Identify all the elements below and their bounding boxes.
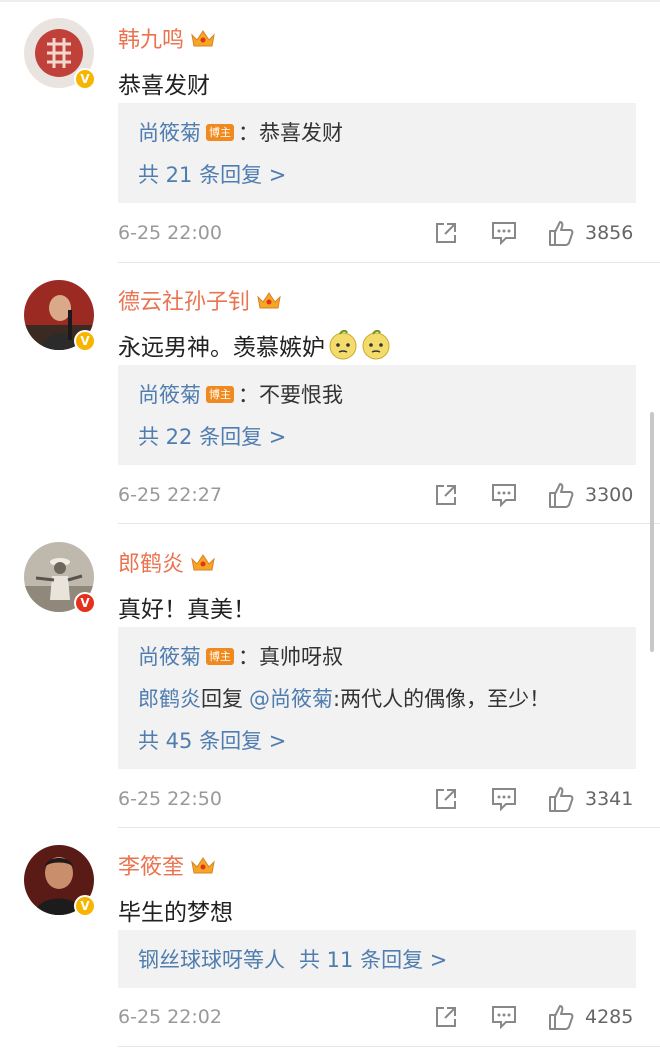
envy-emoji-icon [329, 330, 357, 360]
username[interactable]: 郎鹤炎 [118, 546, 184, 578]
top-divider [0, 0, 660, 2]
crown-icon [191, 30, 215, 47]
reply-box[interactable]: 尚筱菊 博主 ：恭喜发财 共 21 条回复 > [118, 103, 636, 203]
share-icon[interactable] [434, 221, 458, 245]
reply-text: ：不要恨我 [238, 383, 343, 407]
username[interactable]: 李筱奎 [118, 849, 184, 881]
comment-divider [118, 262, 660, 263]
more-replies-link[interactable]: 共 21 条回复 > [138, 159, 286, 189]
scrollbar[interactable] [650, 412, 654, 652]
like-icon[interactable] [547, 785, 575, 813]
timestamp: 6-25 22:02 [118, 1006, 222, 1028]
crown-icon [191, 857, 215, 874]
mention-link[interactable]: @尚筱菊 [249, 683, 333, 713]
host-badge: 博主 [206, 385, 234, 403]
verified-badge-icon: V [74, 68, 96, 90]
reply-text: ：真帅呀叔 [238, 645, 343, 669]
reply-author[interactable]: 尚筱菊 [138, 117, 201, 147]
reply-action: 回复 [201, 687, 243, 711]
share-icon[interactable] [434, 483, 458, 507]
like-count: 4285 [585, 1006, 634, 1028]
comment-text: 毕生的梦想 [118, 900, 233, 926]
comment-divider [118, 1046, 660, 1047]
comment-text: 真好！真美！ [118, 597, 256, 623]
reply-author[interactable]: 郎鹤炎 [138, 683, 201, 713]
comment-footer: 6-25 22:00 3856 [118, 218, 636, 248]
reply-author[interactable]: 尚筱菊 [138, 379, 201, 409]
comment-icon[interactable] [491, 787, 517, 811]
reply-names[interactable]: 钢丝球球呀等人 [138, 944, 285, 974]
reply-author[interactable]: 尚筱菊 [138, 641, 201, 671]
crown-icon [191, 554, 215, 571]
verified-badge-icon: V [74, 592, 96, 614]
sub-reply: 郎鹤炎 回复 @尚筱菊 :两代人的偶像，至少！ [138, 683, 550, 713]
more-replies-link[interactable]: 共 22 条回复 > [138, 421, 286, 451]
more-replies-link[interactable]: 共 45 条回复 > [138, 725, 286, 755]
reply-text: :两代人的偶像，至少！ [333, 687, 551, 711]
like-count: 3341 [585, 788, 634, 810]
verified-badge-icon: V [74, 330, 96, 352]
host-reply: 尚筱菊 博主 ：不要恨我 [138, 379, 343, 409]
share-icon[interactable] [434, 1005, 458, 1029]
timestamp: 6-25 22:00 [118, 222, 222, 244]
more-replies-link[interactable]: 共 11 条回复 > [299, 944, 447, 974]
reply-box[interactable]: 尚筱菊 博主 ：真帅呀叔 郎鹤炎 回复 @尚筱菊 :两代人的偶像，至少！ 共 4… [118, 627, 636, 769]
host-badge: 博主 [206, 647, 234, 665]
username[interactable]: 德云社孙子钊 [118, 284, 250, 316]
comment-text: 永远男神。羡慕嫉妒 [118, 335, 325, 361]
timestamp: 6-25 22:50 [118, 788, 222, 810]
host-reply: 尚筱菊 博主 ：恭喜发财 [138, 117, 343, 147]
comment-footer: 6-25 22:50 3341 [118, 784, 636, 814]
like-icon[interactable] [547, 481, 575, 509]
comment-divider [118, 523, 660, 524]
reply-summary: 钢丝球球呀等人 共 11 条回复 > [138, 944, 447, 974]
like-icon[interactable] [547, 1003, 575, 1031]
verified-badge-icon: V [74, 895, 96, 917]
comment-divider [118, 827, 660, 828]
reply-box[interactable]: 钢丝球球呀等人 共 11 条回复 > [118, 930, 636, 988]
username[interactable]: 韩九鸣 [118, 22, 184, 54]
like-count: 3856 [585, 222, 634, 244]
like-count: 3300 [585, 484, 634, 506]
comment-icon[interactable] [491, 221, 517, 245]
envy-emoji-icon [362, 330, 390, 360]
host-reply: 尚筱菊 博主 ：真帅呀叔 [138, 641, 343, 671]
comment-icon[interactable] [491, 483, 517, 507]
reply-box[interactable]: 尚筱菊 博主 ：不要恨我 共 22 条回复 > [118, 365, 636, 465]
share-icon[interactable] [434, 787, 458, 811]
host-badge: 博主 [206, 123, 234, 141]
timestamp: 6-25 22:27 [118, 484, 222, 506]
crown-icon [257, 292, 281, 309]
comment-footer: 6-25 22:27 3300 [118, 480, 636, 510]
comment-text: 恭喜发财 [118, 73, 210, 99]
comment-icon[interactable] [491, 1005, 517, 1029]
reply-text: ：恭喜发财 [238, 121, 343, 145]
like-icon[interactable] [547, 219, 575, 247]
comment-footer: 6-25 22:02 4285 [118, 1002, 636, 1032]
